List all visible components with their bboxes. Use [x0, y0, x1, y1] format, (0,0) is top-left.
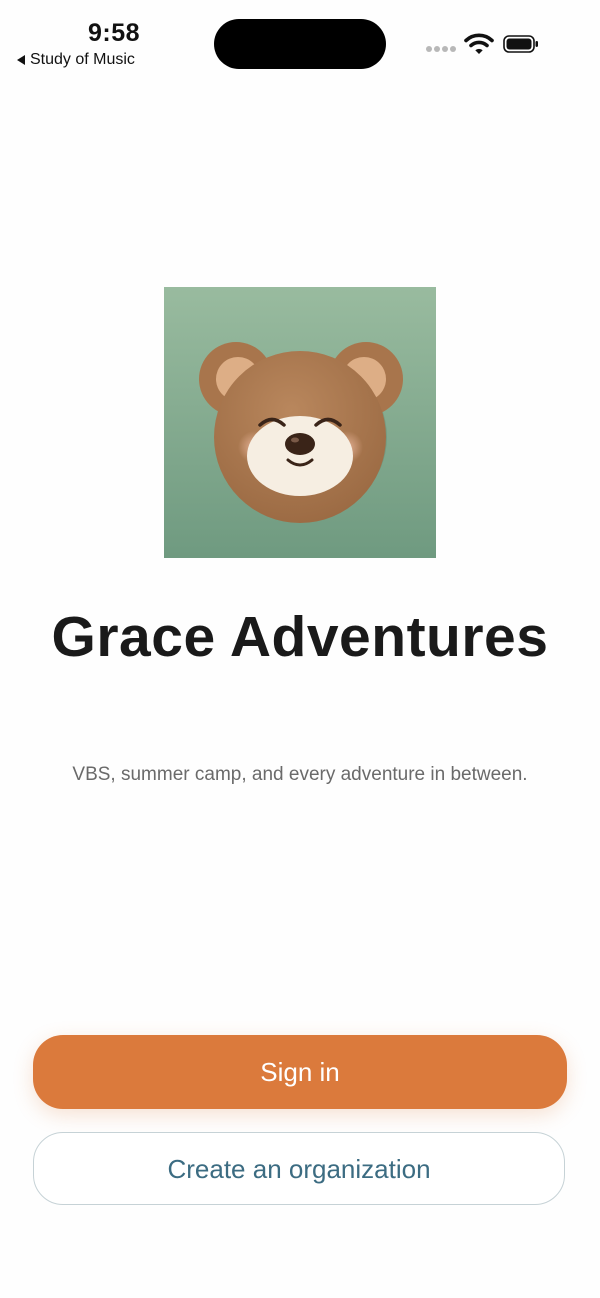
- welcome-screen: 9:58 Study of Music Grace Adventures VBS…: [0, 0, 600, 1298]
- wifi-icon: [464, 33, 494, 54]
- back-to-app-link[interactable]: Study of Music: [17, 51, 135, 69]
- app-tagline: VBS, summer camp, and every adventure in…: [72, 764, 528, 785]
- sign-in-button[interactable]: Sign in: [33, 1035, 567, 1109]
- bear-illustration: [164, 287, 436, 558]
- battery-icon: [503, 35, 538, 53]
- dynamic-island: [214, 19, 386, 69]
- status-time: 9:58: [88, 19, 141, 47]
- back-arrow-icon: [17, 55, 25, 65]
- app-title: Grace Adventures: [51, 605, 549, 669]
- back-app-label: Study of Music: [30, 51, 135, 68]
- cellular-signal-icon: [426, 46, 456, 52]
- create-organization-button[interactable]: Create an organization: [33, 1132, 565, 1205]
